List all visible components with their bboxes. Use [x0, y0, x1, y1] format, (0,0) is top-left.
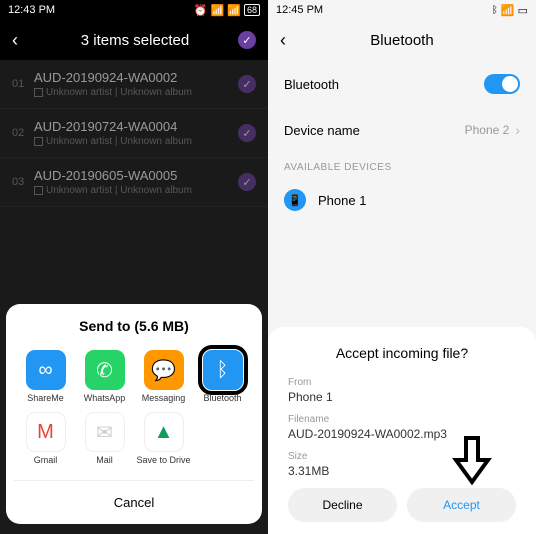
song-number: 01 — [12, 78, 34, 90]
back-icon[interactable]: ‹ — [280, 30, 300, 51]
share-sheet: Send to (5.6 MB) ∞ ShareMe ✆ WhatsApp 💬 Messa… — [6, 304, 262, 524]
status-bar: 12:45 PM ᛒ 📶 ▭ — [268, 0, 536, 20]
save-to-drive-icon: ▲ — [144, 412, 184, 452]
chevron-right-icon: › — [515, 122, 520, 138]
bluetooth-icon: ᛒ — [492, 5, 498, 16]
song-title: AUD-20190605-WA0005 — [34, 168, 238, 183]
check-icon[interactable]: ✓ — [238, 75, 256, 93]
status-icons: ⏰ 📶 📶 68 — [194, 4, 260, 17]
song-list: 01AUD-20190924-WA0002 Unknown artist | Un… — [0, 60, 268, 207]
share-label: ShareMe — [27, 394, 64, 404]
incoming-title: Accept incoming file? — [288, 345, 516, 361]
signal-icon: 📶 — [501, 4, 515, 17]
song-info: AUD-20190605-WA0005 Unknown artist | Unkn… — [34, 168, 238, 196]
device-row[interactable]: 📱 Phone 1 — [268, 179, 536, 221]
share-grid: ∞ ShareMe ✆ WhatsApp 💬 Messaging ᛒ Bluetooth M Gm… — [14, 350, 254, 466]
header-title: Bluetooth — [300, 32, 504, 49]
button-row: Decline Accept — [288, 488, 516, 522]
device-name-label: Device name — [284, 123, 360, 138]
check-icon[interactable]: ✓ — [238, 124, 256, 142]
share-label: Save to Drive — [136, 456, 190, 466]
bluetooth-toggle-row[interactable]: Bluetooth — [268, 60, 536, 108]
size-value: 3.31MB — [288, 464, 516, 478]
song-subtitle: Unknown artist | Unknown album — [34, 87, 238, 98]
share-label: Messaging — [142, 394, 186, 404]
bluetooth-label: Bluetooth — [284, 77, 339, 92]
accept-button[interactable]: Accept — [407, 488, 516, 522]
from-value: Phone 1 — [288, 390, 516, 404]
status-bar: 12:43 PM ⏰ 📶 📶 68 — [0, 0, 268, 20]
share-label: Bluetooth — [203, 394, 241, 404]
phone-right: 12:45 PM ᛒ 📶 ▭ ‹ Bluetooth Bluetooth Dev… — [268, 0, 536, 534]
incoming-file-sheet: Accept incoming file? From Phone 1 Filen… — [268, 327, 536, 534]
select-all-icon[interactable]: ✓ — [238, 31, 256, 49]
song-number: 02 — [12, 127, 34, 139]
back-icon[interactable]: ‹ — [12, 30, 32, 51]
song-subtitle: Unknown artist | Unknown album — [34, 185, 238, 196]
song-subtitle: Unknown artist | Unknown album — [34, 136, 238, 147]
song-info: AUD-20190724-WA0004 Unknown artist | Unkn… — [34, 119, 238, 147]
phone-left: 12:43 PM ⏰ 📶 📶 68 ‹ 3 items selected ✓ 0… — [0, 0, 268, 534]
bluetooth-header: ‹ Bluetooth — [268, 20, 536, 60]
header-title: 3 items selected — [32, 32, 238, 49]
from-label: From — [288, 377, 516, 388]
battery-icon: ▭ — [518, 4, 528, 17]
signal-icon: 📶 — [211, 4, 225, 17]
song-item[interactable]: 03AUD-20190605-WA0005 Unknown artist | Un… — [0, 158, 268, 207]
clock: 12:43 PM — [8, 4, 55, 16]
alarm-icon: ⏰ — [194, 4, 208, 17]
share-item-whatsapp[interactable]: ✆ WhatsApp — [77, 350, 132, 404]
device-name: Phone 1 — [318, 193, 366, 208]
share-item-save-to-drive[interactable]: ▲ Save to Drive — [136, 412, 191, 466]
battery-icon: 68 — [244, 4, 260, 16]
song-item[interactable]: 02AUD-20190724-WA0004 Unknown artist | Un… — [0, 109, 268, 158]
check-icon[interactable]: ✓ — [238, 173, 256, 191]
share-label: Mail — [96, 456, 113, 466]
available-devices-label: AVAILABLE DEVICES — [268, 152, 536, 179]
share-item-mail[interactable]: ✉ Mail — [77, 412, 132, 466]
wifi-icon: 📶 — [227, 4, 241, 17]
filename-value: AUD-20190924-WA0002.mp3 — [288, 427, 516, 441]
album-icon — [34, 88, 43, 97]
share-item-messaging[interactable]: 💬 Messaging — [136, 350, 191, 404]
gmail-icon: M — [26, 412, 66, 452]
size-label: Size — [288, 451, 516, 462]
song-title: AUD-20190724-WA0004 — [34, 119, 238, 134]
album-icon — [34, 137, 43, 146]
song-number: 03 — [12, 176, 34, 188]
song-title: AUD-20190924-WA0002 — [34, 70, 238, 85]
cancel-button[interactable]: Cancel — [14, 480, 254, 524]
device-name-value: Phone 2 — [465, 123, 510, 137]
whatsapp-icon: ✆ — [85, 350, 125, 390]
mail-icon: ✉ — [85, 412, 125, 452]
share-label: Gmail — [34, 456, 58, 466]
share-item-shareme[interactable]: ∞ ShareMe — [18, 350, 73, 404]
bluetooth-toggle[interactable] — [484, 74, 520, 94]
share-item-gmail[interactable]: M Gmail — [18, 412, 73, 466]
phone-icon: 📱 — [284, 189, 306, 211]
share-label: WhatsApp — [84, 394, 126, 404]
share-title: Send to (5.6 MB) — [14, 318, 254, 334]
messaging-icon: 💬 — [144, 350, 184, 390]
filename-label: Filename — [288, 414, 516, 425]
song-item[interactable]: 01AUD-20190924-WA0002 Unknown artist | Un… — [0, 60, 268, 109]
album-icon — [34, 186, 43, 195]
bluetooth-icon: ᛒ — [203, 350, 243, 390]
selection-header: ‹ 3 items selected ✓ — [0, 20, 268, 60]
song-info: AUD-20190924-WA0002 Unknown artist | Unkn… — [34, 70, 238, 98]
clock: 12:45 PM — [276, 4, 323, 16]
share-item-bluetooth[interactable]: ᛒ Bluetooth — [195, 350, 250, 404]
status-icons: ᛒ 📶 ▭ — [492, 4, 528, 17]
shareme-icon: ∞ — [26, 350, 66, 390]
device-name-row[interactable]: Device name Phone 2 › — [268, 108, 536, 152]
decline-button[interactable]: Decline — [288, 488, 397, 522]
